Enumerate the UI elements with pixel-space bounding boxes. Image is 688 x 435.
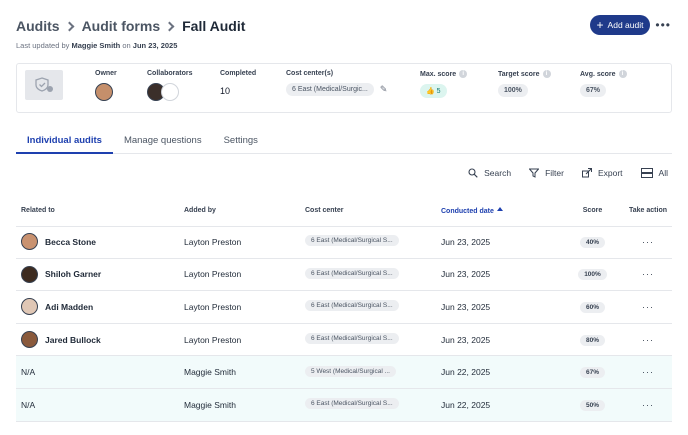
tab-manage-questions[interactable]: Manage questions [113,131,213,154]
avg-score-field: Avg. score i 67% [580,70,627,97]
owner-field: Owner [95,70,117,103]
table-row[interactable]: N/A Maggie Smith 5 West (Medical/Surgica… [16,356,672,389]
add-collaborator-icon[interactable] [161,83,179,101]
cost-center-pill: 6 East (Medical/Surgic... [286,83,374,96]
score-badge: 80% [579,334,605,346]
page-header: Audits Audit forms Fall Audit [16,14,672,38]
last-updated-text: Last updated by Maggie Smith on Jun 23, … [16,41,178,50]
collaborators-field: Collaborators [147,70,193,101]
breadcrumb: Audits Audit forms Fall Audit [16,14,672,38]
score-badge: 50% [579,399,605,411]
search-button[interactable]: Search [468,168,511,178]
max-score-field: Max. score i 👍 5 [420,70,468,98]
row-actions-icon[interactable]: ··· [642,302,654,312]
target-score-pill: 100% [498,84,528,97]
col-conducted-date[interactable]: Conducted date [441,206,561,215]
avatar [21,265,38,283]
cost-center-pill: 6 East (Medical/Surgical S... [305,300,399,312]
page-title: Fall Audit [182,18,246,34]
filter-icon [529,168,540,178]
breadcrumb-audits[interactable]: Audits [16,18,60,34]
cost-center-pill: 6 East (Medical/Surgical S... [305,267,399,279]
cost-center-field: Cost center(s) 6 East (Medical/Surgic...… [286,70,388,96]
table-row[interactable]: Shiloh Garner Layton Preston 6 East (Med… [16,259,672,292]
info-icon[interactable]: i [459,70,468,78]
owner-avatar[interactable] [95,83,113,101]
table-row[interactable]: Becca Stone Layton Preston 6 East (Medic… [16,226,672,259]
plus-icon: + [596,18,604,32]
cost-center-pill: 6 East (Medical/Surgical S... [305,333,399,345]
row-actions-icon[interactable]: ··· [642,335,654,345]
add-audit-button[interactable]: + Add audit [590,15,650,35]
completed-field: Completed 10 [220,70,257,96]
avatar [21,233,38,251]
breadcrumb-audit-forms[interactable]: Audit forms [82,18,161,34]
max-score-pill: 👍 5 [420,84,447,98]
audit-summary-card: Owner Collaborators Completed 10 Cost ce… [16,63,672,113]
table-row[interactable]: Jared Bullock Layton Preston 6 East (Med… [16,324,672,357]
edit-pencil-icon[interactable]: ✎ [380,84,388,95]
tab-bar: Individual audits Manage questions Setti… [16,131,672,154]
table-row[interactable]: N/A Maggie Smith 6 East (Medical/Surgica… [16,388,672,422]
chevron-right-icon [64,21,75,31]
col-cost-center[interactable]: Cost center [305,207,441,214]
tab-settings[interactable]: Settings [213,131,269,154]
audits-table: Related to Added by Cost center Conducte… [16,195,672,422]
export-icon [581,168,592,178]
info-icon[interactable]: i [618,70,627,78]
audit-shield-icon [25,70,63,100]
row-actions-icon[interactable]: ··· [642,237,654,247]
score-badge: 67% [579,367,605,379]
search-icon [468,168,478,178]
cost-center-pill: 6 East (Medical/Surgical S... [305,398,399,410]
row-actions-icon[interactable]: ··· [642,367,654,377]
col-added-by[interactable]: Added by [184,207,305,214]
target-score-field: Target score i 100% [498,70,551,97]
score-badge: 40% [579,236,605,248]
col-take-action: Take action [629,207,667,214]
list-view-icon [640,168,653,178]
tab-individual-audits[interactable]: Individual audits [16,131,113,154]
avg-score-pill: 67% [580,84,607,97]
row-actions-icon[interactable]: ··· [642,269,654,279]
info-icon[interactable]: i [542,70,551,78]
cost-center-pill: 6 East (Medical/Surgical S... [305,235,399,247]
table-row[interactable]: Adi Madden Layton Preston 6 East (Medica… [16,291,672,324]
col-related-to[interactable]: Related to [16,207,184,214]
avatar [21,331,38,349]
table-header: Related to Added by Cost center Conducte… [16,195,672,226]
table-toolbar: Search Filter Export All [468,168,668,178]
more-options-icon[interactable]: ••• [655,18,671,32]
chevron-right-icon [164,21,175,31]
row-actions-icon[interactable]: ··· [642,400,654,410]
score-badge: 60% [579,301,605,313]
score-badge: 100% [578,269,607,281]
avatar [21,298,38,316]
export-button[interactable]: Export [581,168,623,178]
cost-center-pill: 5 West (Medical/Surgical ... [305,365,396,377]
sort-ascending-icon [496,206,503,211]
view-all-button[interactable]: All [640,168,668,178]
col-score[interactable]: Score [561,207,624,214]
filter-button[interactable]: Filter [529,168,564,178]
